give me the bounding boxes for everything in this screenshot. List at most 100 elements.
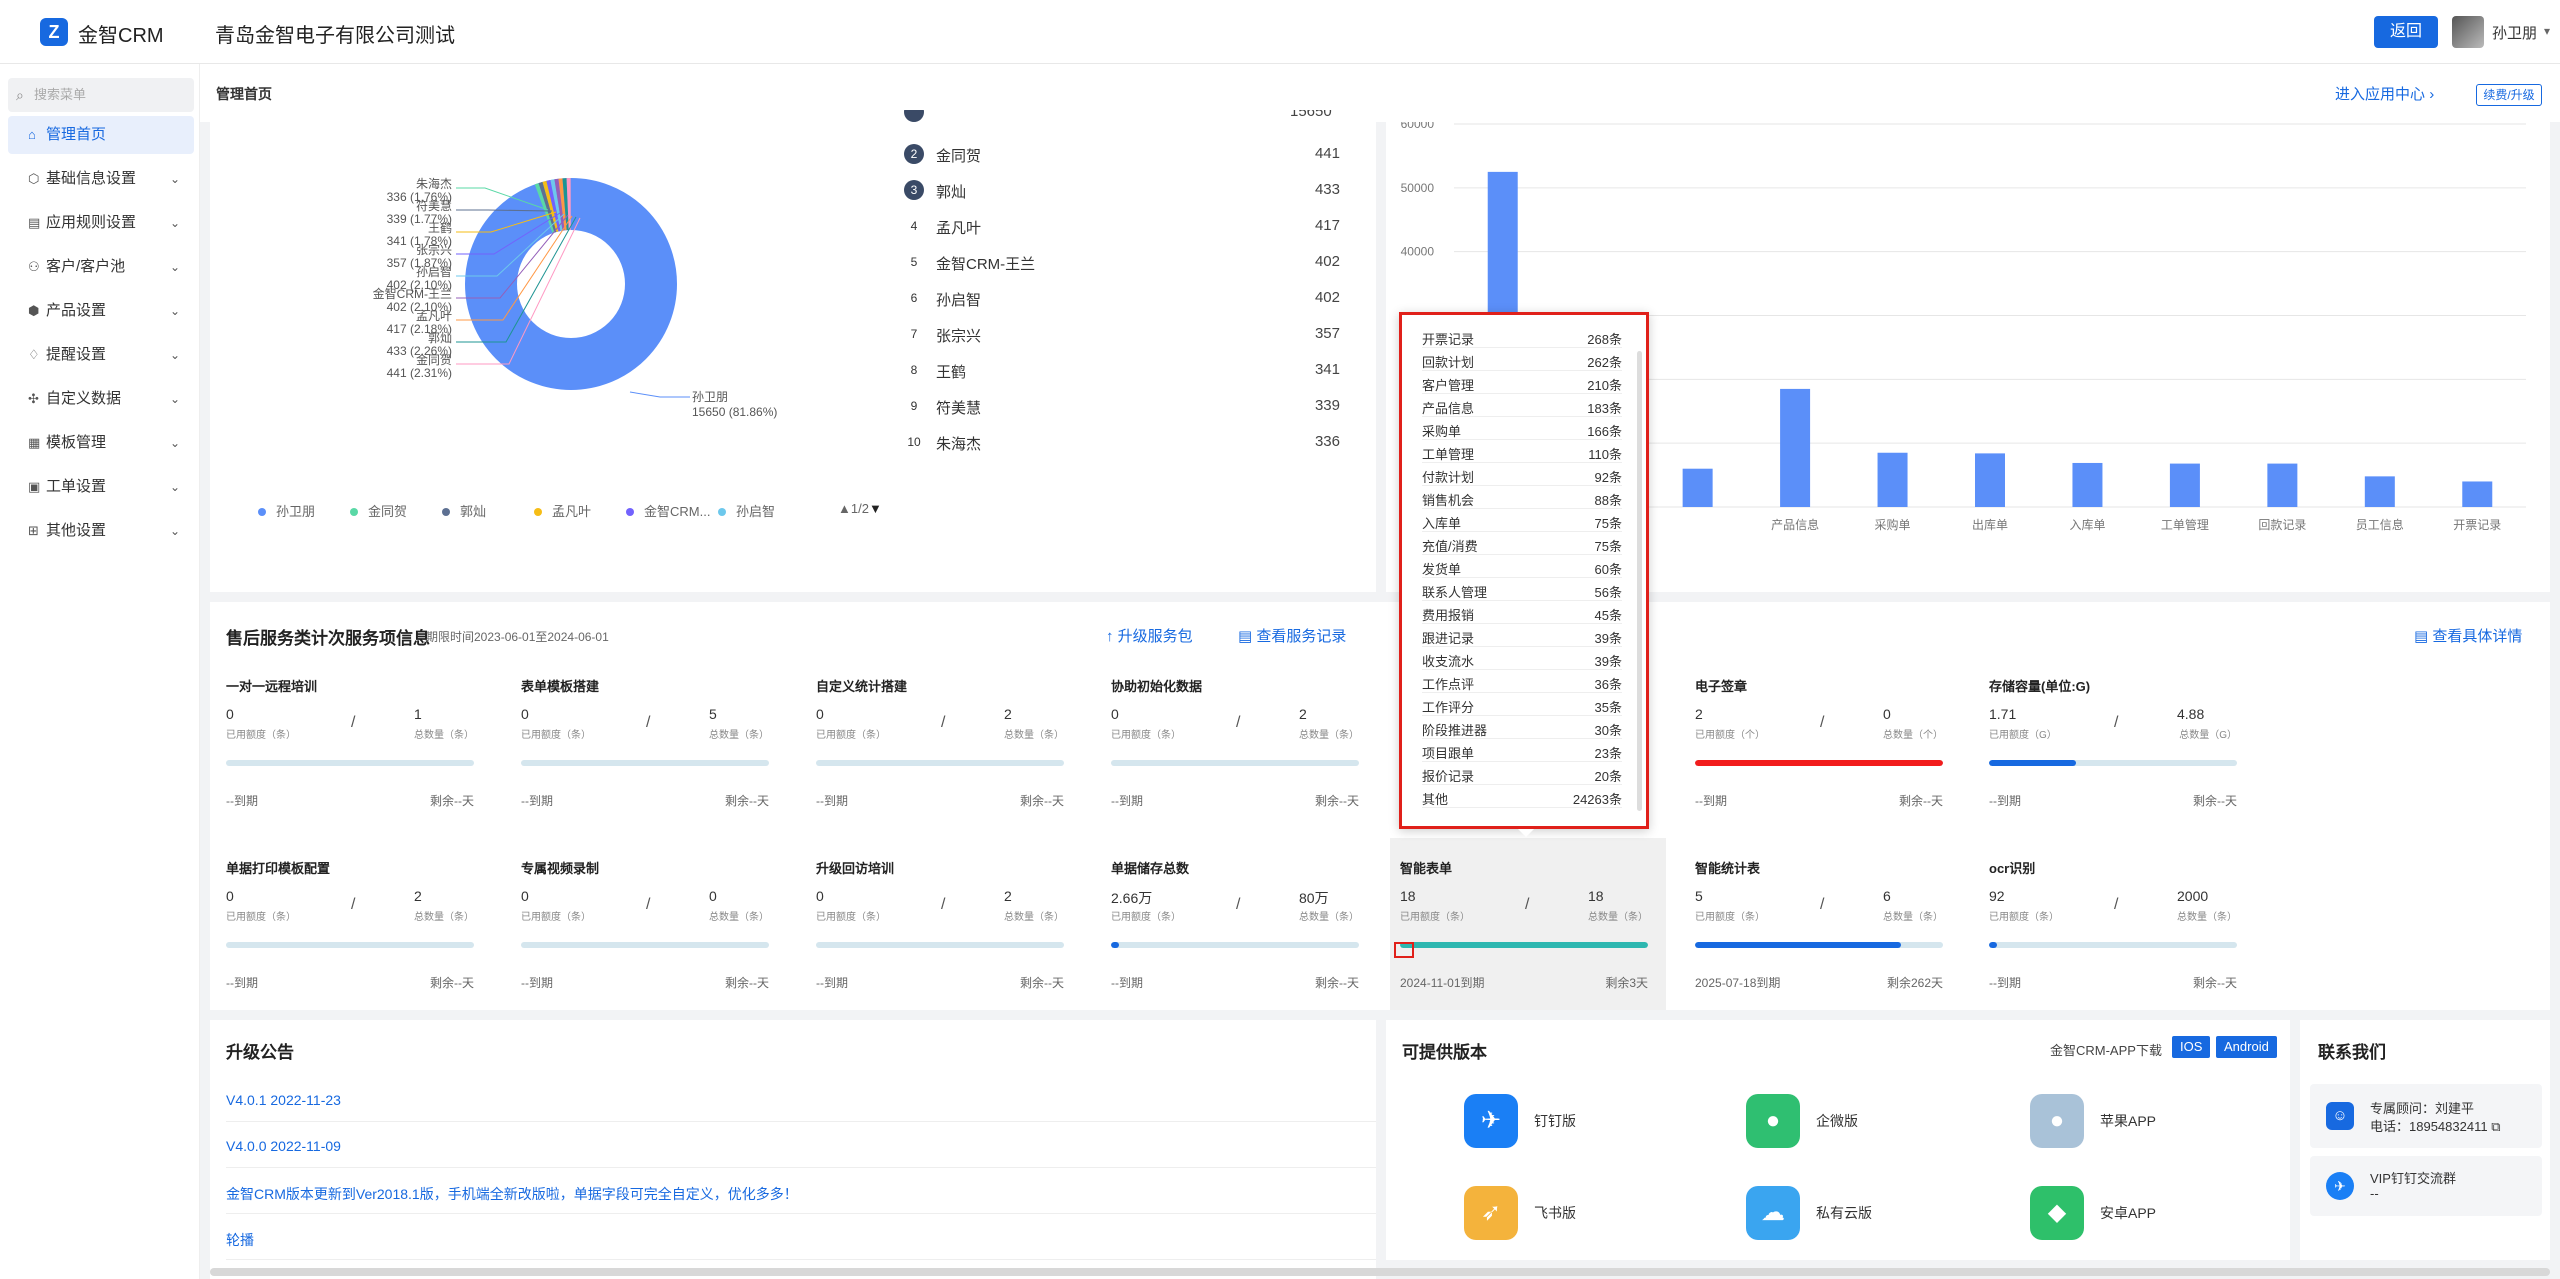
service-item[interactable]: 专属视频录制 0 已用额度（条） / 0 总数量（条） --到期 剩余--天 bbox=[521, 858, 769, 1008]
rank-row[interactable]: 5 金智CRM-王兰 402 bbox=[904, 244, 1340, 280]
version-item[interactable]: ➶ 飞书版 bbox=[1464, 1186, 1704, 1246]
legend-item[interactable]: 孙卫朋 bbox=[258, 501, 315, 520]
sidebar-item-8[interactable]: ▣ 工单设置 ⌄ bbox=[8, 468, 194, 506]
version-item[interactable]: ● 苹果APP bbox=[2030, 1094, 2270, 1154]
legend-item[interactable]: 孟凡叶 bbox=[534, 501, 591, 520]
legend-pager[interactable]: ▲1/2▼ bbox=[838, 501, 882, 516]
donut-slice[interactable] bbox=[550, 179, 563, 232]
bar[interactable] bbox=[2364, 476, 2395, 507]
view-service-record-link[interactable]: ▤ 查看服务记录 bbox=[1238, 625, 1346, 646]
usage-progress-bar bbox=[816, 760, 1064, 766]
service-item[interactable]: 电子签章 2 已用额度（个） / 0 总数量（个） --到期 剩余--天 bbox=[1695, 676, 1943, 826]
avatar[interactable] bbox=[2452, 16, 2484, 48]
donut-slice-main[interactable] bbox=[465, 178, 677, 390]
rank-row[interactable]: 7 张宗兴 357 bbox=[904, 316, 1340, 352]
announcement-item[interactable]: V4.0.0 2022-11-09 bbox=[226, 1124, 1376, 1168]
legend-item[interactable]: 郭灿 bbox=[442, 501, 486, 520]
back-button[interactable]: 返回 bbox=[2374, 16, 2438, 48]
version-item[interactable]: ☁ 私有云版 bbox=[1746, 1186, 1986, 1246]
usage-progress-bar bbox=[816, 942, 1064, 948]
used-label: 已用额度（条） bbox=[521, 730, 591, 741]
bar[interactable] bbox=[1682, 468, 1713, 507]
sidebar-item-label: 模板管理 bbox=[46, 434, 107, 451]
horizontal-scrollbar[interactable] bbox=[210, 1268, 2550, 1276]
version-item[interactable]: ✈ 钉钉版 bbox=[1464, 1094, 1704, 1154]
donut-slice[interactable] bbox=[546, 180, 561, 232]
view-details-link[interactable]: ▤ 查看具体详情 bbox=[2414, 625, 2522, 646]
sidebar-item-3[interactable]: ⚇ 客户/客户池 ⌄ bbox=[8, 248, 194, 286]
rank-number: 6 bbox=[910, 291, 918, 305]
version-item[interactable]: ◆ 安卓APP bbox=[2030, 1186, 2270, 1246]
sidebar-item-9[interactable]: ⊞ 其他设置 ⌄ bbox=[8, 512, 194, 550]
announcement-item[interactable]: 金智CRM版本更新到Ver2018.1版，手机端全新改版啦，单据字段可完全自定义… bbox=[226, 1170, 1376, 1214]
rank-row[interactable]: 9 符美慧 339 bbox=[904, 388, 1340, 424]
bar[interactable] bbox=[2169, 463, 2200, 507]
sidebar-item-6[interactable]: ✣ 自定义数据 ⌄ bbox=[8, 380, 194, 418]
legend-label: 金智CRM... bbox=[644, 504, 711, 519]
service-item[interactable]: 协助初始化数据 0 已用额度（条） / 2 总数量（条） --到期 剩余--天 bbox=[1111, 676, 1359, 826]
sidebar-item-1[interactable]: ⬡ 基础信息设置 ⌄ bbox=[8, 160, 194, 198]
tooltip-scrollbar[interactable] bbox=[1637, 351, 1642, 811]
legend-item[interactable]: 金智CRM... bbox=[626, 501, 710, 520]
sidebar-item-7[interactable]: ▦ 模板管理 ⌄ bbox=[8, 424, 194, 462]
rank-row[interactable]: 3 郭灿 433 bbox=[904, 172, 1340, 208]
announcement-item[interactable]: 轮播 bbox=[226, 1216, 1376, 1260]
used-label: 已用额度（条） bbox=[1400, 912, 1470, 923]
service-item[interactable]: 一对一远程培训 0 已用额度（条） / 1 总数量（条） --到期 剩余--天 bbox=[226, 676, 474, 826]
bar[interactable] bbox=[1780, 388, 1811, 507]
enter-app-center-link[interactable]: 进入应用中心 › bbox=[2335, 83, 2434, 104]
tooltip-arrow bbox=[1518, 829, 1534, 837]
service-item[interactable]: 单据储存总数 2.66万 已用额度（条） / 80万 总数量（条） --到期 剩余--天 bbox=[1111, 858, 1359, 1008]
bar[interactable] bbox=[2072, 462, 2103, 507]
rank-row[interactable]: 8 王鹤 341 bbox=[904, 352, 1340, 388]
legend-item[interactable]: 孙启智 bbox=[718, 501, 775, 520]
rank-row[interactable]: 2 金同贺 441 bbox=[904, 136, 1340, 172]
bar[interactable] bbox=[1877, 452, 1908, 507]
sidebar-item-0[interactable]: ⌂ 管理首页 bbox=[8, 116, 194, 154]
service-item[interactable]: 自定义统计搭建 0 已用额度（条） / 2 总数量（条） --到期 剩余--天 bbox=[816, 676, 1064, 826]
service-item[interactable]: 表单模板搭建 0 已用额度（条） / 5 总数量（条） --到期 剩余--天 bbox=[521, 676, 769, 826]
sidebar-item-5[interactable]: ♢ 提醒设置 ⌄ bbox=[8, 336, 194, 374]
donut-slice[interactable] bbox=[538, 181, 557, 233]
vip-group-card[interactable]: ✈ VIP钉钉交流群 -- bbox=[2310, 1156, 2542, 1216]
used-label: 已用额度（条） bbox=[816, 912, 886, 923]
rank-row[interactable]: 4 孟凡叶 417 bbox=[904, 208, 1340, 244]
tooltip-row: 工作评分 35条 bbox=[1422, 693, 1622, 716]
announcement-item[interactable]: V4.0.1 2022-11-23 bbox=[226, 1078, 1376, 1122]
copy-icon[interactable]: ⧉ bbox=[2491, 1119, 2500, 1134]
bar[interactable] bbox=[2267, 463, 2298, 507]
renew-button[interactable]: 续费/升级 bbox=[2476, 84, 2542, 106]
service-item[interactable]: 单据打印模板配置 0 已用额度（条） / 2 总数量（条） --到期 剩余--天 bbox=[226, 858, 474, 1008]
username[interactable]: 孙卫朋 bbox=[2492, 22, 2537, 43]
bar[interactable] bbox=[1975, 453, 2005, 507]
version-icon: ● bbox=[2030, 1094, 2084, 1148]
upgrade-service-link[interactable]: ↑ 升级服务包 bbox=[1106, 625, 1193, 646]
sidebar-item-2[interactable]: ▤ 应用规则设置 ⌄ bbox=[8, 204, 194, 242]
triangle-up-icon[interactable]: ▲ bbox=[838, 501, 851, 516]
chevron-down-icon[interactable]: ▾ bbox=[2544, 24, 2550, 38]
tooltip-row: 报价记录 20条 bbox=[1422, 762, 1622, 785]
android-button[interactable]: Android bbox=[2216, 1036, 2277, 1058]
breadcrumb[interactable]: 管理首页 bbox=[216, 84, 272, 104]
total-label: 总数量（条） bbox=[414, 912, 474, 923]
donut-slice[interactable] bbox=[542, 180, 559, 233]
version-item[interactable]: ● 企微版 bbox=[1746, 1094, 1986, 1154]
service-item[interactable]: 存储容量(单位:G) 1.71 已用额度（G） / 4.88 总数量（G） --到期 剩余--… bbox=[1989, 676, 2237, 826]
tooltip-row: 回款计划 262条 bbox=[1422, 348, 1622, 371]
triangle-down-icon[interactable]: ▼ bbox=[869, 501, 882, 516]
sidebar-item-4[interactable]: ⬢ 产品设置 ⌄ bbox=[8, 292, 194, 330]
tooltip-row: 工作点评 36条 bbox=[1422, 670, 1622, 693]
rank-row[interactable]: 10 朱海杰 336 bbox=[904, 424, 1340, 460]
service-item[interactable]: 升级回访培训 0 已用额度（条） / 2 总数量（条） --到期 剩余--天 bbox=[816, 858, 1064, 1008]
service-item[interactable]: 智能统计表 5 已用额度（条） / 6 总数量（条） 2025-07-18到期 剩余262天 bbox=[1695, 858, 1943, 1008]
x-tick-label: 员工信息 bbox=[2356, 517, 2404, 532]
expiry-date: --到期 bbox=[1989, 976, 2021, 990]
service-item[interactable]: ocr识别 92 已用额度（条） / 2000 总数量（条） --到期 剩余--天 bbox=[1989, 858, 2237, 1008]
search-input[interactable]: ⌕ 搜索菜单 bbox=[8, 78, 194, 112]
ios-button[interactable]: IOS bbox=[2172, 1036, 2211, 1058]
tooltip-key: 入库单 bbox=[1422, 516, 1462, 531]
service-item[interactable]: 智能表单 18 已用额度（条） / 18 总数量（条） 2024-11-01到期 剩余3天 bbox=[1400, 858, 1648, 1008]
rank-row[interactable]: 6 孙启智 402 bbox=[904, 280, 1340, 316]
legend-item[interactable]: 金同贺 bbox=[350, 501, 407, 520]
bar[interactable] bbox=[2462, 481, 2493, 507]
